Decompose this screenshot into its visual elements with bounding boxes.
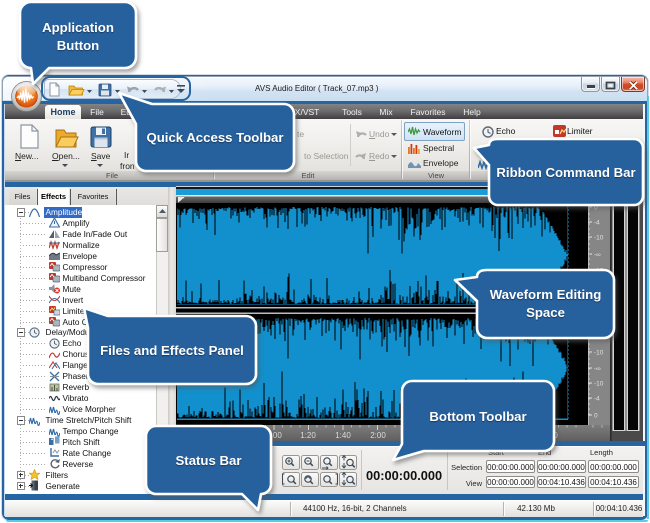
svg-text:2:40: 2:40 — [438, 431, 454, 440]
svg-text:1:40: 1:40 — [335, 431, 351, 440]
svg-text:-4: -4 — [594, 396, 600, 403]
svg-text:0: 0 — [594, 413, 598, 420]
svg-text:-10: -10 — [594, 381, 604, 388]
svg-text:-10: -10 — [594, 268, 604, 275]
svg-text:2:00: 2:00 — [370, 431, 386, 440]
svg-text:-∞: -∞ — [594, 366, 601, 373]
svg-text:2:20: 2:20 — [404, 431, 420, 440]
svg-text:0: 0 — [594, 205, 598, 212]
svg-text:-4: -4 — [594, 334, 600, 341]
svg-text:-4: -4 — [594, 220, 600, 227]
svg-text:0: 0 — [594, 318, 598, 325]
svg-text:-10: -10 — [594, 350, 604, 357]
svg-text:3:40: 3:40 — [542, 431, 558, 440]
svg-text:1:20: 1:20 — [300, 431, 316, 440]
svg-text:3:20: 3:20 — [508, 431, 524, 440]
svg-text:1:00: 1:00 — [266, 431, 282, 440]
svg-text:-10: -10 — [594, 235, 604, 242]
svg-text:-∞: -∞ — [594, 252, 601, 259]
svg-text:3:00: 3:00 — [473, 431, 489, 440]
